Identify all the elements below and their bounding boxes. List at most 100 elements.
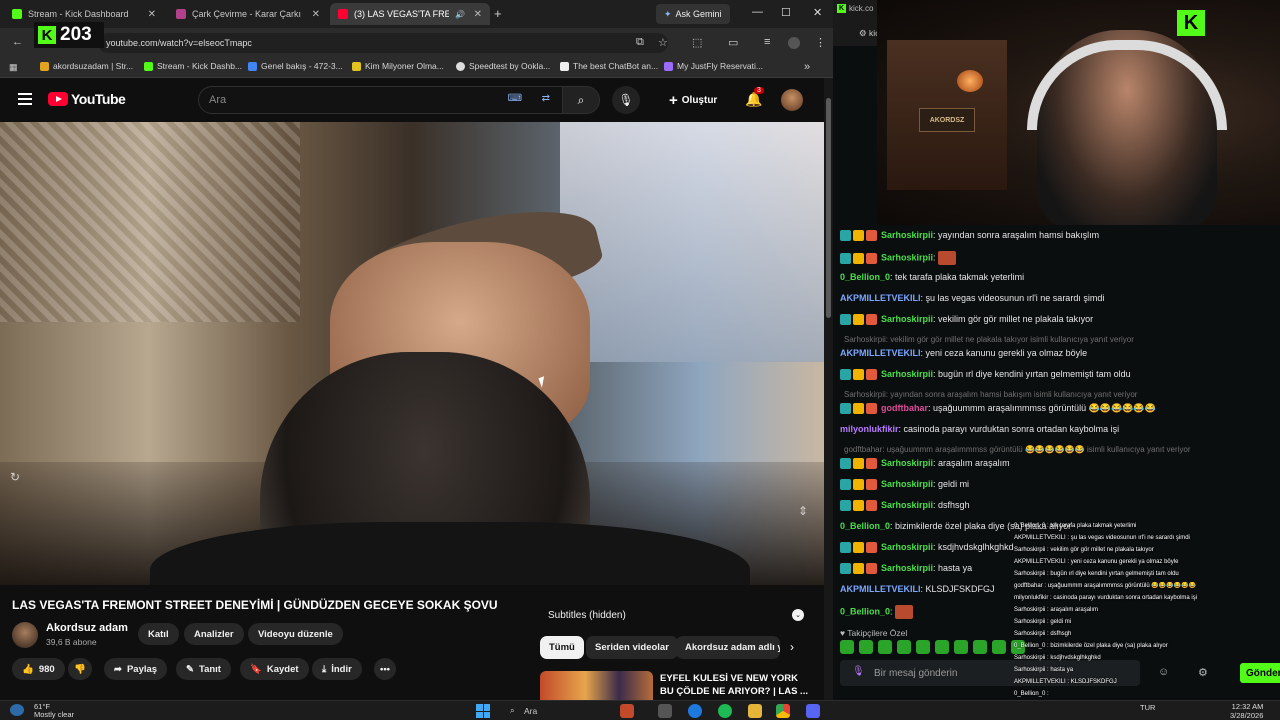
app-icon[interactable] [688,704,702,718]
discord-icon[interactable] [806,704,820,718]
bookmark-item[interactable]: The best ChatBot an... [560,61,658,71]
chat-username[interactable]: Sarhoskirpii [881,563,933,573]
chip-channel[interactable]: Akordsuz adam adlı y [676,636,780,659]
video-player[interactable]: ↻ ⇕ [0,122,824,585]
minimize-icon[interactable]: — [752,6,763,18]
chat-username[interactable]: AKPMILLETVEKILI [840,293,921,303]
taskbar-search[interactable]: ⌕ Ara [506,704,606,718]
account-avatar[interactable] [781,89,803,111]
youtube-logo[interactable]: YouTube [48,91,126,107]
channel-avatar[interactable] [12,622,38,648]
microphone-icon[interactable]: 🎙 [852,666,865,677]
bookmark-item[interactable]: Speedtest by Ookla... [456,61,550,71]
app-icon[interactable] [620,704,634,718]
maximize-icon[interactable]: ☐ [781,6,791,19]
emote-icon[interactable] [859,640,873,654]
chat-username[interactable]: AKPMILLETVEKILI [840,348,921,358]
close-tab-icon[interactable]: ✕ [312,9,320,20]
system-tray[interactable]: TUR [1140,703,1155,712]
translate-icon[interactable]: ⇄ [542,93,550,104]
install-icon[interactable]: ⧉ [636,36,644,49]
edit-video-button[interactable]: Videoyu düzenle [248,623,343,645]
replay-icon[interactable]: ↻ [10,470,20,484]
send-button[interactable]: Gönder [1240,663,1280,683]
close-tab-icon[interactable]: ✕ [474,9,482,20]
channel-name[interactable]: Akordsuz adam [46,622,128,634]
new-tab-button[interactable]: + [494,6,502,21]
subtitles-panel-header[interactable]: Subtitles (hidden) ⌄ [540,604,808,626]
apps-grid-icon[interactable]: ▦ [9,62,18,73]
taskbar-clock[interactable]: 12:32 AM 3/28/2026 [1230,702,1263,720]
clip-button[interactable]: ✎ Tanıt [176,658,231,680]
chat-username[interactable]: Sarhoskirpii [881,230,933,240]
weather-icon[interactable] [10,704,24,716]
more-bookmarks-icon[interactable]: » [804,61,810,73]
recommended-thumbnail[interactable] [540,671,653,700]
chevron-down-icon[interactable]: ⌄ [792,609,804,621]
file-explorer-icon[interactable] [748,704,762,718]
chip-series[interactable]: Seriden videolar [586,636,678,659]
create-button[interactable]: + Oluştur [669,89,717,111]
chat-username[interactable]: milyonlukfikir [840,424,899,434]
chat-username[interactable]: 0_Bellion_0 [840,606,890,616]
more-actions-button[interactable]: ••• [374,658,396,680]
bookmark-item[interactable]: Kim Milyoner Olma... [352,61,444,71]
download-button[interactable]: ⤓ İndir [312,658,362,680]
bookmark-item[interactable]: Stream - Kick Dashb... [144,61,242,71]
recommended-title[interactable]: EYFEL KULESİ VE NEW YORK BU ÇÖLDE NE ARI… [660,672,810,698]
profile-icon[interactable] [788,37,800,49]
chat-username[interactable]: AKPMILLETVEKILI [840,584,921,594]
keyboard-icon[interactable]: ⌨ [508,93,522,104]
emote-icon[interactable] [992,640,1006,654]
dislike-button[interactable]: 👎 [68,658,92,680]
chat-username[interactable]: Sarhoskirpii [881,458,933,468]
fullscreen-toggle-icon[interactable]: ⇕ [798,504,808,518]
media-icon[interactable]: ≡ [764,36,770,48]
close-window-icon[interactable]: ✕ [813,6,822,19]
share-button[interactable]: ➦ Paylaş [104,658,168,680]
emote-icon[interactable] [916,640,930,654]
emote-icon[interactable] [840,640,854,654]
sidepanel-icon[interactable]: ▭ [728,36,738,49]
chat-username[interactable]: Sarhoskirpii [881,369,933,379]
speaker-icon[interactable]: 🔊 [455,10,465,19]
chrome-icon[interactable] [776,704,790,718]
save-button[interactable]: 🔖 Kaydet [240,658,309,680]
close-tab-icon[interactable]: ✕ [148,9,156,20]
like-button[interactable]: 👍 980 [12,658,65,680]
emote-icon[interactable] [897,640,911,654]
bookmark-item[interactable]: Genel bakış - 472-3... [248,61,343,71]
extensions-icon[interactable]: ⬚ [692,36,702,49]
menu-dots-icon[interactable]: ⋮ [815,36,826,49]
weather-widget[interactable]: 61°F Mostly clear [34,703,74,719]
chat-username[interactable]: 0_Bellion_0 [840,272,890,282]
page-scrollbar[interactable] [824,78,833,700]
app-icon[interactable] [658,704,672,718]
chevron-right-icon[interactable]: › [790,640,794,654]
tab-wheel[interactable]: Çark Çevirme - Karar Çarkı ✕ [168,3,328,25]
chat-username[interactable]: Sarhoskirpii [881,500,933,510]
notifications-button[interactable]: 🔔 3 [745,87,764,108]
bookmark-star-icon[interactable]: ☆ [658,36,668,49]
url-field[interactable]: youtube.com/watch?v=elseocTmapc [98,33,668,53]
start-button[interactable] [476,704,490,718]
bookmark-item[interactable]: My JustFly Reservati... [664,61,763,71]
ask-gemini-button[interactable]: ✦ Ask Gemini [656,4,730,24]
chat-username[interactable]: Sarhoskirpii [881,479,933,489]
emote-icon[interactable] [973,640,987,654]
chat-username[interactable]: Sarhoskirpii [881,542,933,552]
chat-username[interactable]: Sarhoskirpii [881,314,933,324]
chat-username[interactable]: 0_Bellion_0 [840,521,890,531]
emote-icon[interactable] [935,640,949,654]
join-button[interactable]: Katıl [138,623,179,645]
chat-username[interactable]: godftbahar [881,403,928,413]
emote-icon[interactable] [954,640,968,654]
analytics-button[interactable]: Analizler [184,623,244,645]
spotify-icon[interactable] [718,704,732,718]
chip-all[interactable]: Tümü [540,636,584,659]
search-input[interactable]: Ara ⌨ ⇄ [198,86,563,114]
scrollbar-thumb[interactable] [826,98,831,318]
bookmark-item[interactable]: akordsuzadam | Str... [40,61,133,71]
kick-tab[interactable]: Kkick.co [837,4,873,13]
hamburger-menu-icon[interactable] [18,93,32,105]
